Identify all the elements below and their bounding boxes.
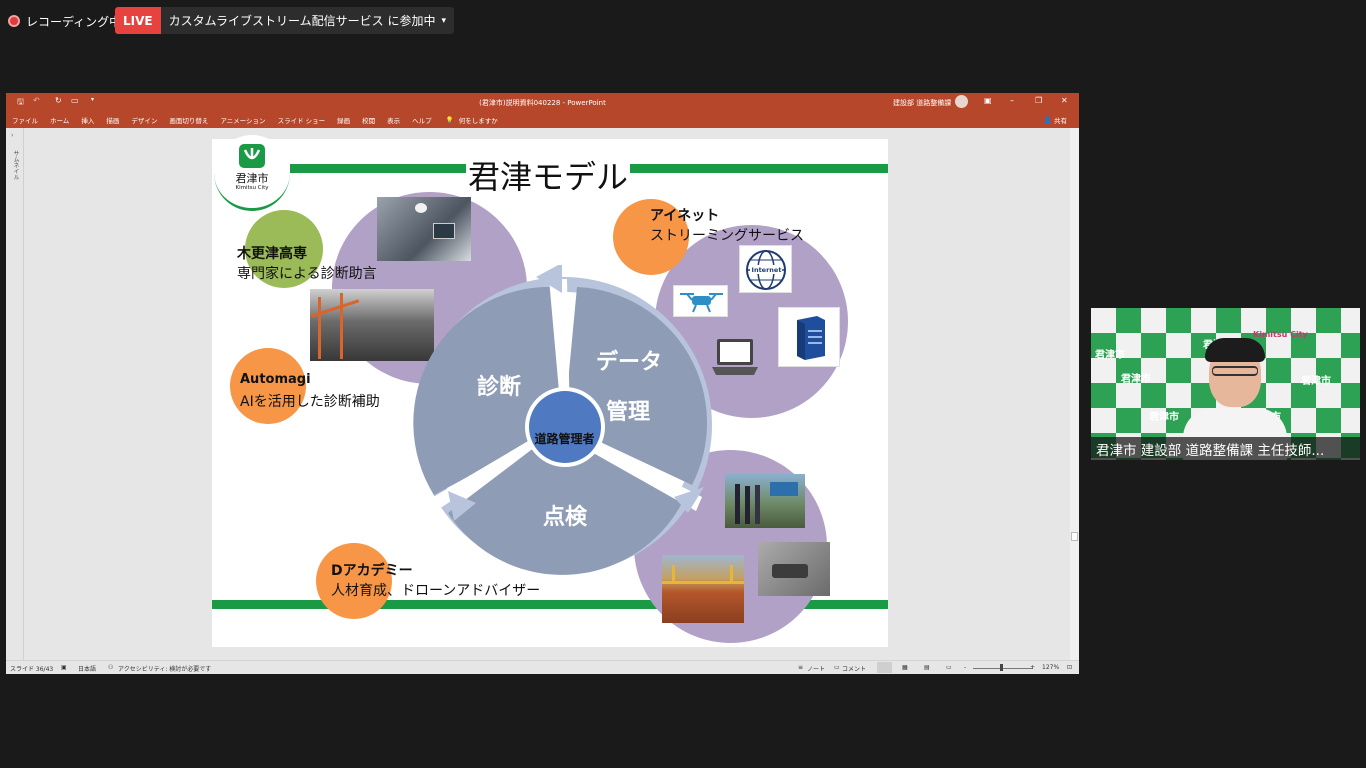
user-name: 建設部 道路整備課 xyxy=(893,99,952,107)
reading-view-icon[interactable]: ▤ xyxy=(924,664,930,671)
tab-draw[interactable]: 描画 xyxy=(106,115,119,125)
tab-transitions[interactable]: 画面切り替え xyxy=(169,115,208,125)
notes-button[interactable]: ノート xyxy=(807,664,825,673)
cycle-diagram xyxy=(413,265,712,575)
live-stream-button[interactable]: LIVE カスタムライブストリーム配信サービス に参加中 ▾ xyxy=(115,7,454,34)
cycle-diagnosis: 診断 xyxy=(477,375,522,400)
zoom-out-button[interactable]: - xyxy=(964,664,966,671)
vertical-scrollbar[interactable] xyxy=(1070,128,1079,660)
bg-word-4: 君津市 xyxy=(1149,412,1179,423)
comment-icon: ▭ xyxy=(834,664,840,671)
record-icon xyxy=(8,15,20,27)
tab-home[interactable]: ホーム xyxy=(50,115,69,125)
tab-file[interactable]: ファイル xyxy=(12,115,38,125)
bg-word-6: 君津市 xyxy=(1095,350,1125,361)
glasses-icon xyxy=(1212,366,1258,376)
fit-slide-icon[interactable]: ⊡ xyxy=(1067,664,1072,671)
share-button[interactable]: 共有 xyxy=(1054,115,1067,125)
inet-desc: ストリーミングサービス xyxy=(650,228,804,244)
comments-button[interactable]: コメント xyxy=(842,664,866,673)
zoom-slider-thumb[interactable] xyxy=(1000,664,1003,671)
chevron-right-icon[interactable]: › xyxy=(11,132,13,139)
kisarazu-title: 木更津高専 xyxy=(237,246,307,262)
slide-sorter-icon[interactable]: ▦ xyxy=(902,664,908,671)
thumbnail-pane[interactable]: › サムネイル xyxy=(6,128,24,660)
slide-counter[interactable]: スライド 36/43 xyxy=(10,664,53,673)
automagi-title: Automagi xyxy=(240,372,311,387)
participant-name: 君津市 建設部 道路整備課 主任技師... xyxy=(1091,437,1360,460)
server-icon xyxy=(778,307,840,367)
inet-title: アイネット xyxy=(650,208,720,224)
zoom-slider[interactable] xyxy=(973,668,1033,669)
kisarazu-desc: 専門家による診断助言 xyxy=(237,266,377,282)
robot-photo xyxy=(758,542,830,596)
city-logo: 君津市 Kimitsu City xyxy=(214,135,290,211)
status-bar: スライド 36/43 ▣ 日本語 ⚇ アクセシビリティ: 検討が必要です ≡ ノ… xyxy=(6,660,1079,674)
notes-icon: ≡ xyxy=(798,664,804,671)
internet-label: Internet xyxy=(751,266,782,274)
automagi-desc: AIを活用した診断補助 xyxy=(240,394,380,410)
bg-brand: Kimitsu City xyxy=(1253,330,1308,339)
cycle-management: 管理 xyxy=(606,400,651,425)
cycle-inspection: 点検 xyxy=(543,505,588,530)
close-icon[interactable]: ✕ xyxy=(1061,96,1068,105)
accessibility-status[interactable]: アクセシビリティ: 検討が必要です xyxy=(118,664,211,673)
workers-photo xyxy=(377,197,471,261)
slideshow-icon[interactable]: ▭ xyxy=(946,664,952,671)
tab-insert[interactable]: 挿入 xyxy=(81,115,94,125)
live-stream-info: カスタムライブストリーム配信サービス に参加中 ▾ xyxy=(160,7,454,34)
spellcheck-icon[interactable]: ▣ xyxy=(61,664,67,671)
tab-slideshow[interactable]: スライド ショー xyxy=(278,115,326,125)
cycle-center-label: 道路管理者 xyxy=(534,432,595,446)
person-hair xyxy=(1205,338,1265,362)
zoom-level[interactable]: 127% xyxy=(1042,664,1059,671)
bg-word-3: 君津市 xyxy=(1301,376,1331,387)
tab-record[interactable]: 録画 xyxy=(337,115,350,125)
accessibility-icon: ⚇ xyxy=(108,664,114,671)
tell-me-search[interactable]: 何をしますか xyxy=(459,115,498,125)
chevron-down-icon: ▾ xyxy=(441,15,446,26)
logo-roman: Kimitsu City xyxy=(235,185,269,191)
ribbon-tabs: ファイル ホーム 挿入 描画 デザイン 画面切り替え アニメーション スライド … xyxy=(6,111,1079,128)
zoom-in-button[interactable]: + xyxy=(1030,664,1035,671)
tab-review[interactable]: 校閲 xyxy=(362,115,375,125)
dacademy-title: Dアカデミー xyxy=(331,563,413,579)
minimize-icon[interactable]: – xyxy=(1010,96,1014,105)
tab-view[interactable]: 表示 xyxy=(387,115,400,125)
bg-word-2: 君津市 xyxy=(1121,374,1151,385)
powerpoint-window: 🖫 ↶ ↻ ▭ ▾ (君津市)説明資料040228 - PowerPoint 建… xyxy=(6,93,1079,674)
slide-title: 君津モデル xyxy=(466,157,631,197)
city-emblem-icon xyxy=(239,144,265,168)
recording-label: レコーディング中 xyxy=(26,14,122,29)
tab-animations[interactable]: アニメーション xyxy=(220,115,265,125)
normal-view-icon[interactable] xyxy=(877,662,892,673)
person-icon: 👤 xyxy=(1043,115,1052,124)
title-bar: 🖫 ↶ ↻ ▭ ▾ (君津市)説明資料040228 - PowerPoint 建… xyxy=(6,93,1079,111)
thumbnail-label: サムネイル xyxy=(12,150,19,180)
lightbulb-icon: 💡 xyxy=(445,115,454,124)
scroll-thumb[interactable] xyxy=(1071,532,1078,541)
logo-kanji: 君津市 xyxy=(235,172,269,185)
avatar[interactable] xyxy=(955,95,968,108)
restore-icon[interactable]: ❐ xyxy=(1035,96,1042,105)
dacademy-desc: 人材育成、ドローンアドバイザー xyxy=(331,583,541,599)
recording-indicator: レコーディング中 xyxy=(8,8,121,34)
team-photo xyxy=(725,474,805,528)
webcam-video[interactable]: 君津市 Kimitsu City 君津市 君津市 君津市 君津市 君津市 君津市… xyxy=(1091,308,1360,460)
live-badge: LIVE xyxy=(115,7,161,34)
slide-canvas[interactable]: 君津市 Kimitsu City 君津モデル Internet 診断 データ 管… xyxy=(212,135,888,647)
live-stream-text: カスタムライブストリーム配信サービス に参加中 xyxy=(168,14,436,28)
tab-design[interactable]: デザイン xyxy=(131,115,157,125)
language[interactable]: 日本語 xyxy=(78,664,96,673)
tab-help[interactable]: ヘルプ xyxy=(412,115,432,125)
internet-icon: Internet xyxy=(739,245,792,293)
cycle-data: データ xyxy=(596,350,663,375)
ribbon-display-icon[interactable]: ▣ xyxy=(984,96,992,105)
